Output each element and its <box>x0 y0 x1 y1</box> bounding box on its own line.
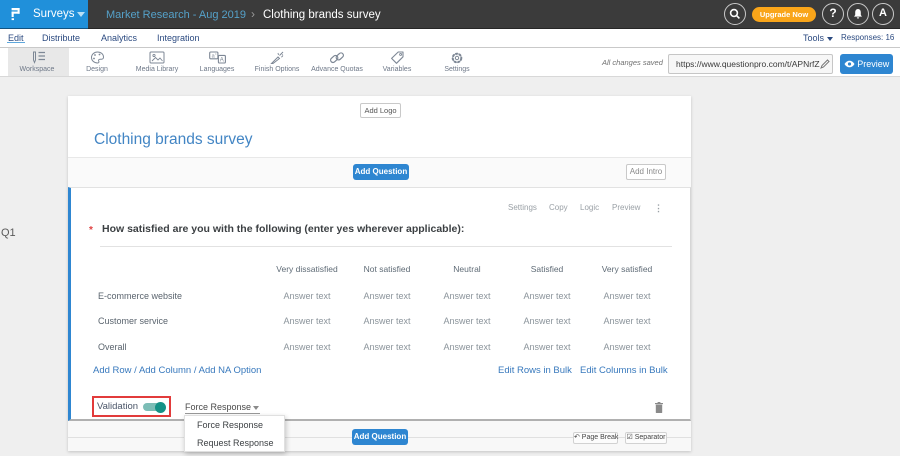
svg-text:A: A <box>220 58 224 64</box>
